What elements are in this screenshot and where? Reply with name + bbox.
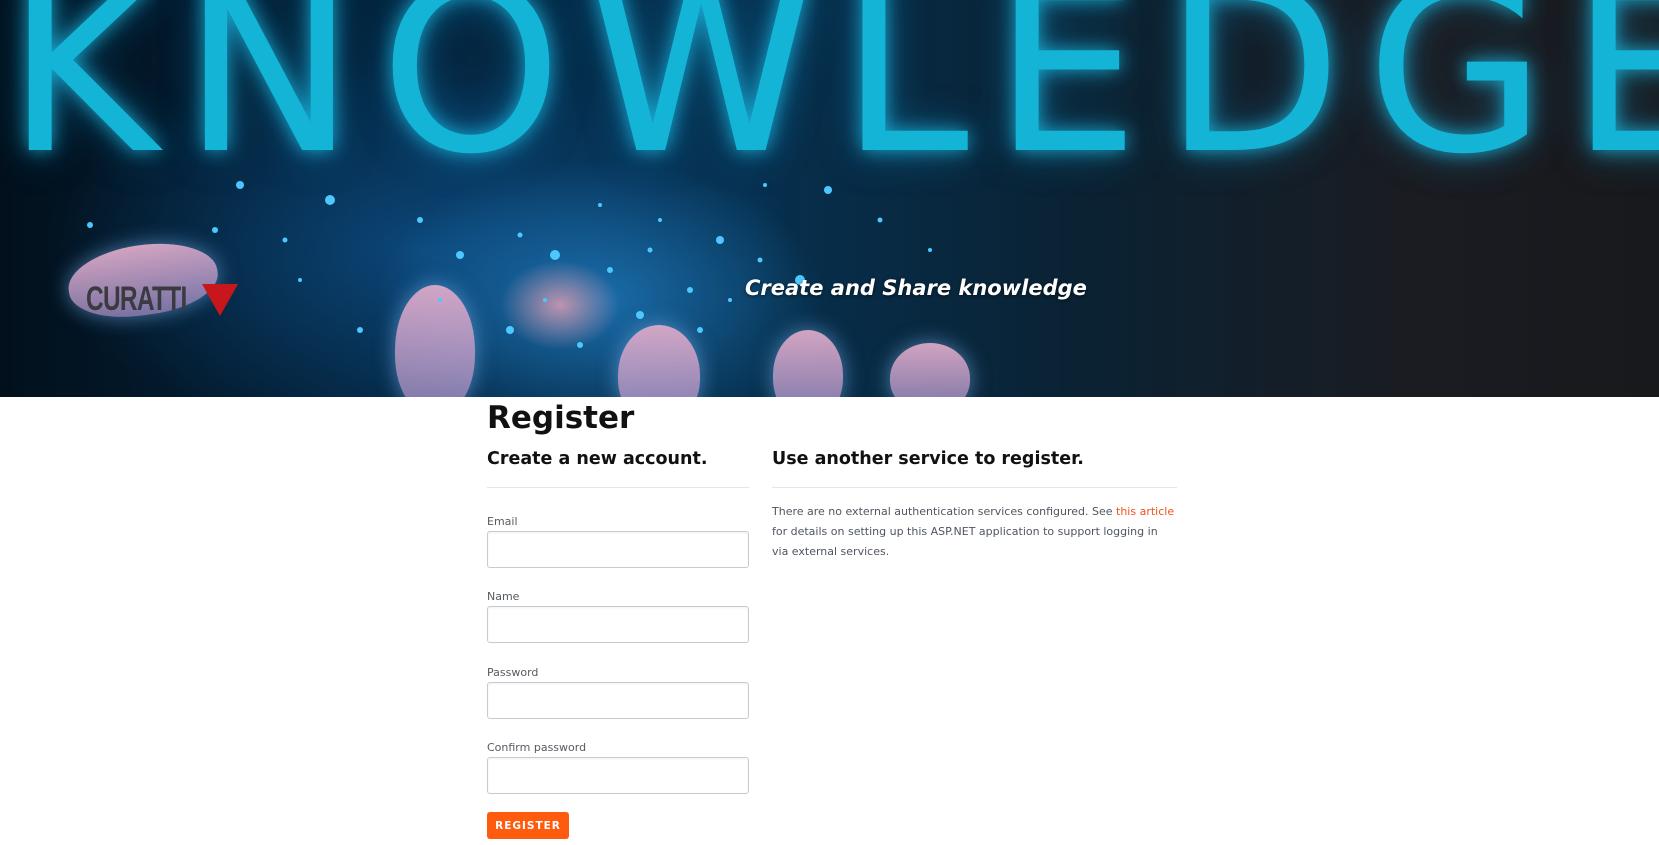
logo-triangle-icon xyxy=(202,283,238,316)
register-button[interactable]: REGISTER xyxy=(487,812,569,839)
header-banner: KNOWLEDGE CURATTI Create and Share knowl… xyxy=(0,0,1659,397)
register-form-heading: Create a new account. xyxy=(487,449,708,469)
page-title: Register xyxy=(487,400,635,436)
password-label: Password xyxy=(487,666,539,679)
confirm-password-label: Confirm password xyxy=(487,741,587,754)
tagline: Create and Share knowledge xyxy=(745,276,1087,300)
banner-word: KNOWLEDGE xyxy=(6,0,1659,205)
email-group: Email xyxy=(487,515,749,568)
password-field[interactable] xyxy=(487,682,749,719)
name-field[interactable] xyxy=(487,606,749,643)
curatti-logo[interactable]: CURATTI xyxy=(86,280,238,319)
confirm-password-group: Confirm password xyxy=(487,741,749,794)
logo-text: CURATTI xyxy=(86,280,187,318)
external-login-heading: Use another service to register. xyxy=(772,449,1084,469)
name-label: Name xyxy=(487,590,520,603)
section-divider xyxy=(487,487,749,488)
section-divider xyxy=(772,487,1177,488)
this-article-link[interactable]: this article xyxy=(1116,505,1174,518)
message-text-end: for details on setting up this ASP.NET a… xyxy=(772,525,1158,558)
external-login-message: There are no external authentication ser… xyxy=(772,502,1177,562)
password-group: Password xyxy=(487,666,749,719)
message-text-start: There are no external authentication ser… xyxy=(772,505,1117,518)
email-field[interactable] xyxy=(487,531,749,568)
name-group: Name xyxy=(487,590,749,643)
email-label: Email xyxy=(487,515,518,528)
external-login-section: Use another service to register. There a… xyxy=(772,449,1177,562)
register-form-section: Create a new account. Email Name Passwor… xyxy=(487,449,749,839)
confirm-password-field[interactable] xyxy=(487,757,749,794)
